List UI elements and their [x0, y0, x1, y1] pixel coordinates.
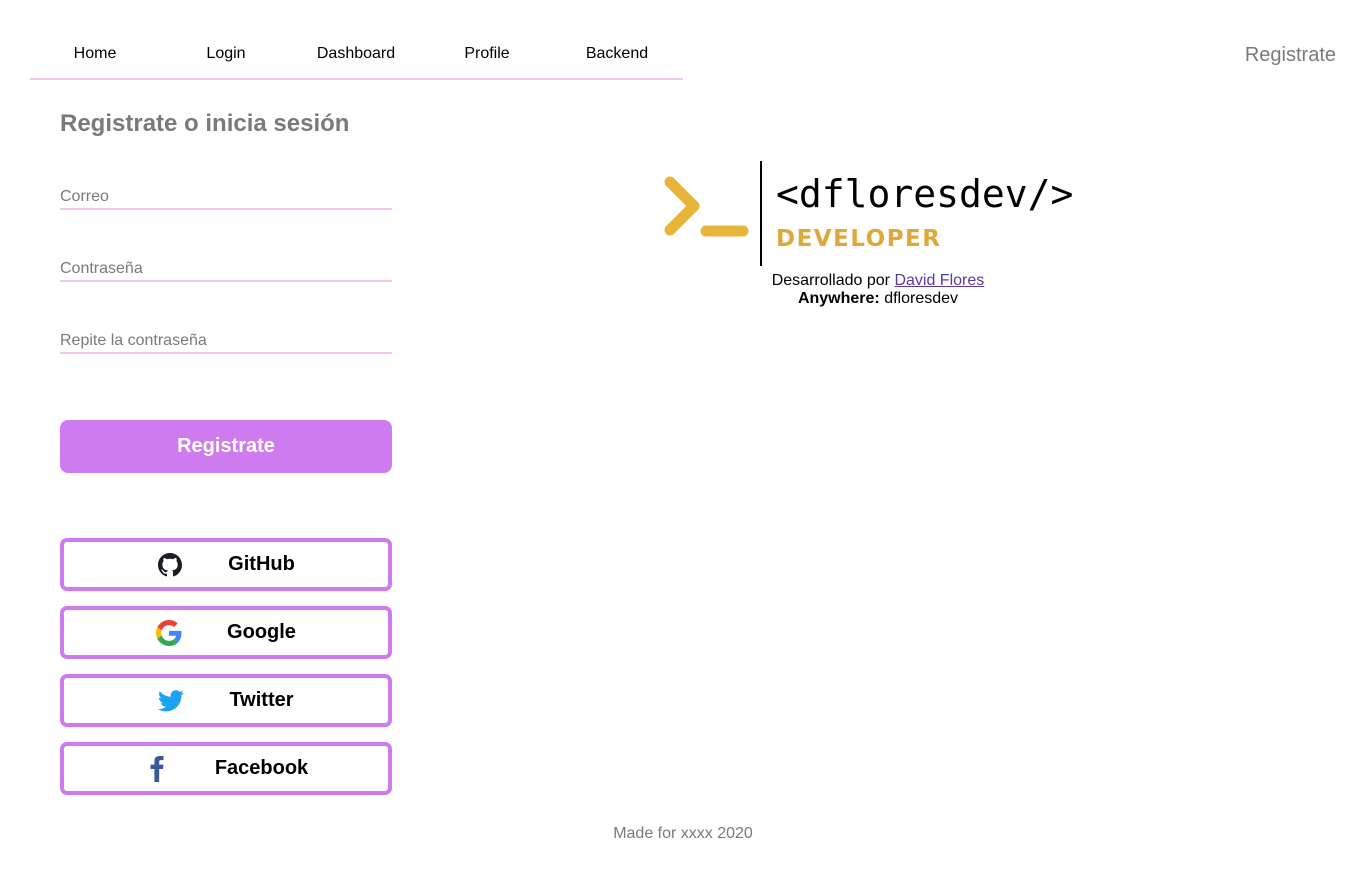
google-button-label: Google	[227, 621, 296, 643]
form-title: Registrate o inicia sesión	[60, 110, 350, 137]
twitter-button-label: Twitter	[229, 689, 294, 711]
anywhere-line: Anywhere: dfloresdev	[683, 290, 1073, 308]
password-repeat-field[interactable]	[60, 330, 392, 354]
footer-text: Made for xxxx 2020	[613, 825, 753, 842]
credits: Desarrollado por David Flores Anywhere: …	[683, 272, 1073, 308]
nav-link-home[interactable]: Home	[30, 45, 160, 63]
credits-line: Desarrollado por David Flores	[683, 272, 1073, 290]
facebook-login-button[interactable]: Facebook	[60, 742, 392, 795]
brand-name: <dfloresdev/>	[776, 172, 1073, 216]
register-button[interactable]: Registrate	[60, 420, 392, 473]
google-login-button[interactable]: Google	[60, 606, 392, 659]
twitter-icon	[158, 688, 185, 714]
twitter-login-button[interactable]: Twitter	[60, 674, 392, 727]
anywhere-value: dfloresdev	[884, 290, 959, 307]
register-link[interactable]: Registrate	[1245, 44, 1336, 67]
brand-tagline: DEVELOPER	[776, 226, 941, 252]
password-field[interactable]	[60, 258, 392, 282]
github-button-label: GitHub	[228, 553, 295, 575]
facebook-button-label: Facebook	[214, 757, 309, 779]
credits-prefix: Desarrollado por	[771, 272, 890, 289]
google-icon	[156, 619, 182, 646]
nav-link-login[interactable]: Login	[161, 45, 291, 63]
facebook-icon	[144, 755, 170, 782]
nav-link-dashboard[interactable]: Dashboard	[291, 45, 421, 63]
terminal-prompt-icon	[664, 176, 749, 237]
anywhere-label: Anywhere:	[797, 290, 880, 307]
brand-logo: <dfloresdev/> DEVELOPER	[660, 160, 1090, 270]
nav-link-backend[interactable]: Backend	[552, 45, 682, 63]
email-field[interactable]	[60, 186, 392, 210]
main-nav: Home Login Dashboard Profile Backend	[30, 36, 683, 80]
github-login-button[interactable]: GitHub	[60, 538, 392, 591]
github-icon	[157, 552, 183, 578]
author-link[interactable]: David Flores	[894, 272, 984, 289]
nav-link-profile[interactable]: Profile	[422, 45, 552, 63]
